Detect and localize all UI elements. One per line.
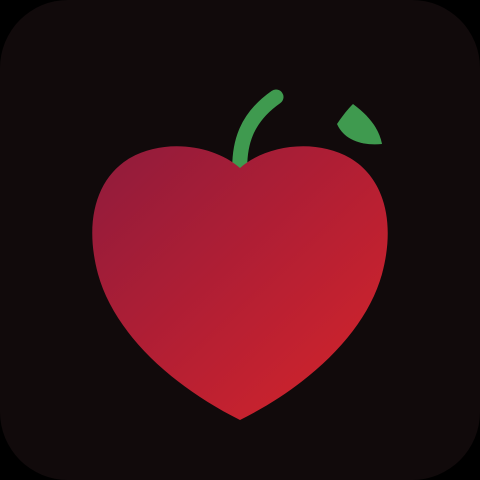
app-icon-tile[interactable] [0,0,480,480]
screen [0,0,480,480]
apple-leaf-icon [337,104,382,145]
apple-icon [92,89,388,421]
apple-body-icon [92,146,388,421]
